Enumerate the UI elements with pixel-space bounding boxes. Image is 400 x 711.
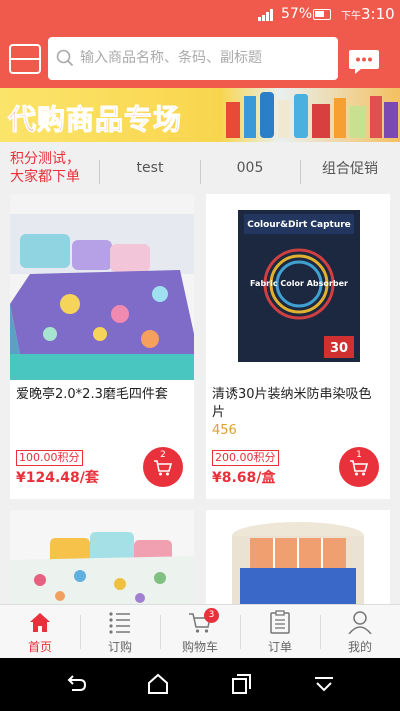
tab-profile[interactable]: 我的	[320, 605, 400, 659]
category-label: 005	[236, 160, 264, 176]
product-code: 456	[212, 423, 237, 438]
points-badge: 200.00积分	[212, 450, 279, 466]
home-icon	[30, 613, 50, 632]
list-icon	[109, 612, 130, 634]
order-icon	[270, 610, 290, 634]
tab-cart[interactable]: 3 购物车	[160, 605, 240, 659]
product-image	[10, 510, 194, 604]
tab-label: 订单	[267, 640, 292, 654]
system-navigation-bar	[0, 658, 400, 711]
recent-apps-icon[interactable]	[229, 672, 253, 696]
tab-label: 订购	[107, 640, 132, 654]
add-to-cart-button[interactable]: 1	[339, 447, 379, 487]
box-text-middle: Fabric Color Absorber	[250, 279, 348, 288]
cart-icon	[350, 460, 369, 476]
product-price: ¥8.68/盒	[212, 470, 276, 486]
category-menu-button[interactable]	[9, 44, 41, 74]
signal-icon	[258, 9, 273, 21]
bottom-tab-bar: 首页 订购 3 购物车 订单 我的	[0, 604, 400, 658]
status-bar: 57% 下午3:10	[0, 0, 400, 30]
tab-orders[interactable]: 订单	[240, 605, 320, 659]
banner-title: 代购商品专场	[7, 103, 183, 137]
search-input[interactable]	[80, 45, 330, 71]
product-name: 清诱30片装纳米防串染吸色片	[212, 387, 372, 420]
product-image: Colour&Dirt Capture Fabric Color Absorbe…	[206, 194, 390, 380]
category-label: 积分测试，大家都下单	[10, 151, 80, 185]
message-icon[interactable]	[348, 48, 380, 76]
tab-label: 首页	[27, 640, 52, 654]
tab-label: 我的	[347, 640, 372, 654]
category-tab-combo-promo[interactable]: 组合促销	[300, 142, 400, 194]
time-prefix: 下午	[341, 11, 361, 22]
hide-keyboard-icon[interactable]	[312, 672, 336, 696]
product-card[interactable]: Colour&Dirt Capture Fabric Color Absorbe…	[206, 194, 390, 499]
category-tab-test[interactable]: test	[100, 142, 200, 194]
back-icon[interactable]	[64, 672, 88, 696]
product-price: ¥124.48/套	[16, 470, 99, 486]
product-image	[10, 194, 194, 380]
home-nav-icon[interactable]	[146, 672, 170, 696]
search-box[interactable]	[48, 37, 338, 80]
category-tab-points-test[interactable]: 积分测试，大家都下单	[10, 142, 90, 194]
category-tab-005[interactable]: 005	[200, 142, 300, 194]
points-badge: 100.00积分	[16, 450, 83, 466]
app-header	[0, 30, 400, 88]
tab-order[interactable]: 订购	[80, 605, 160, 659]
battery-percent: 57%	[281, 6, 313, 22]
product-card[interactable]	[10, 510, 194, 604]
user-icon	[348, 611, 372, 634]
category-label: 组合促销	[322, 161, 378, 177]
category-label: test	[136, 160, 164, 176]
cart-badge: 3	[204, 608, 219, 623]
product-card[interactable]	[206, 510, 390, 604]
category-bar: 积分测试，大家都下单 test 005 组合促销	[0, 142, 400, 194]
promo-banner[interactable]: 代购商品专场	[0, 88, 400, 142]
tab-label: 购物车	[181, 640, 218, 654]
time-value: 3:10	[361, 5, 395, 23]
clock: 下午3:10	[341, 5, 395, 23]
product-name: 爱晚亭2.0*2.3磨毛四件套	[16, 387, 168, 402]
box-text-top: Colour&Dirt Capture	[247, 220, 351, 230]
battery-icon	[313, 9, 331, 20]
box-number: 30	[330, 341, 348, 356]
tab-home[interactable]: 首页	[0, 605, 80, 659]
banner-products-image	[226, 92, 398, 138]
cart-icon	[154, 460, 173, 476]
search-icon	[56, 49, 74, 67]
product-image	[206, 510, 390, 604]
add-to-cart-button[interactable]: 2	[143, 447, 183, 487]
product-card[interactable]: 爱晚亭2.0*2.3磨毛四件套 100.00积分 ¥124.48/套 2	[10, 194, 194, 499]
